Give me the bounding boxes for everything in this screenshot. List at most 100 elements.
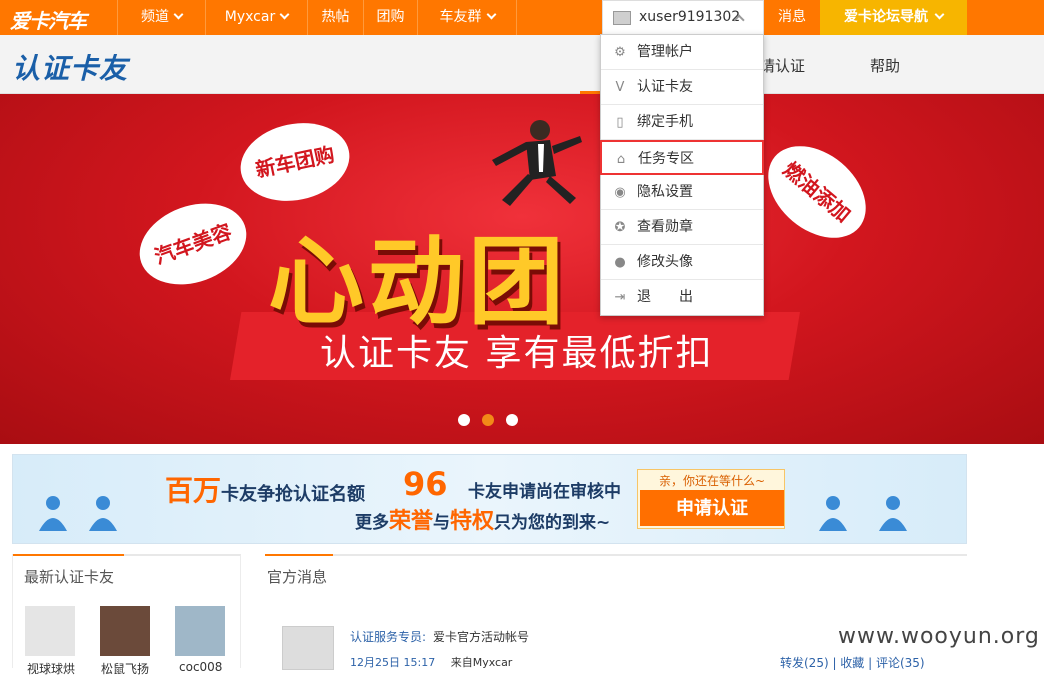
chevron-down-icon [173, 9, 184, 20]
home-icon: ⌂ [616, 152, 626, 167]
sub-header: 认证卡友 请认证 帮助 [0, 35, 1044, 94]
menu-item-label: 任务专区 [638, 151, 694, 167]
promo-line-2-c: 只为您的到来~ [494, 513, 611, 533]
promo-line-2: 更多荣誉与特权只为您的到来~ [355, 503, 610, 535]
promo-line-2-b: 与 [433, 513, 451, 533]
nav-channel-label: 频道 [141, 9, 169, 25]
user-dropdown-menu: ⚙ 管理帐户 V 认证卡友 ▯ 绑定手机 ⌂ 任务专区 ◉ 隐私设置 ✪ 查看勋… [600, 34, 764, 316]
latest-certified-panel: 最新认证卡友 视球球烘 松鼠飞扬 coc008 [12, 554, 241, 676]
nav-car-groups[interactable]: 车友群 [417, 0, 517, 35]
badge-fuel-additive: 燃油添加 [750, 127, 884, 257]
forum-guide-button[interactable]: 爱卡论坛导航 [820, 0, 967, 35]
post-text: 爱卡官方活动帐号 [433, 630, 530, 644]
user-avatar-icon [613, 11, 631, 25]
site-logo[interactable]: 爱卡汽车 [10, 5, 87, 33]
chevron-down-icon [934, 9, 945, 20]
promo-pending-text: 卡友申请尚在审核中 [468, 482, 621, 502]
nav-myxcar[interactable]: Myxcar [205, 0, 307, 35]
user-name[interactable]: 松鼠飞扬 [101, 660, 149, 677]
menu-item-view-medals[interactable]: ✪ 查看勋章 [601, 210, 763, 245]
eye-icon: ◉ [614, 185, 626, 200]
slide-dot[interactable] [506, 414, 518, 426]
nav-group-buy[interactable]: 团购 [363, 0, 417, 35]
people-icon [819, 496, 847, 531]
pending-count: 96 [403, 465, 448, 503]
menu-item-label: 认证卡友 [637, 79, 693, 95]
nav-hot-posts-label: 热帖 [321, 9, 350, 25]
menu-item-label: 管理帐户 [637, 44, 693, 60]
menu-item-task-zone[interactable]: ⌂ 任务专区 [600, 140, 764, 175]
promo-line-2-a: 更多 [355, 513, 389, 533]
running-man-illustration [492, 120, 582, 206]
logout-icon: ⇥ [614, 290, 626, 305]
nav-apply-cert[interactable]: 请认证 [760, 55, 805, 76]
promo-highlight-privilege: 特权 [450, 509, 495, 534]
post-thumbnail[interactable] [282, 626, 334, 670]
promo-big-text: 百万 [165, 474, 222, 507]
top-nav-bar: 爱卡汽车 频道 Myxcar 热帖 团购 车友群 xuser9191302 消息… [0, 0, 1044, 35]
panel-title: 最新认证卡友 [24, 568, 115, 586]
menu-item-logout[interactable]: ⇥ 退 出 [601, 280, 763, 315]
people-icon [89, 496, 117, 531]
banner-headline: 心动团 [268, 225, 568, 338]
post-timestamp: 12月25日 15:17 [350, 656, 436, 669]
panel-accent [13, 554, 124, 556]
panel-accent [265, 554, 333, 556]
nav-help[interactable]: 帮助 [870, 55, 900, 76]
menu-item-bind-phone[interactable]: ▯ 绑定手机 [601, 105, 763, 140]
post-source: 来自Myxcar [450, 656, 513, 669]
menu-item-label: 绑定手机 [637, 114, 693, 130]
user-name[interactable]: 视球球烘 [27, 660, 75, 677]
v-badge-icon: V [615, 80, 625, 95]
badge-new-car-group-buy: 新车团购 [233, 113, 357, 211]
gear-icon: ⚙ [614, 45, 626, 60]
phone-icon: ▯ [616, 115, 624, 130]
apply-hint: 亲，你还在等什么~ [658, 474, 766, 488]
menu-item-certified-member[interactable]: V 认证卡友 [601, 70, 763, 105]
nav-myxcar-label: Myxcar [224, 9, 276, 25]
people-icon [879, 496, 907, 531]
menu-item-manage-account[interactable]: ⚙ 管理帐户 [601, 35, 763, 70]
apply-certification-button[interactable]: 申请认证 [640, 490, 784, 526]
nav-group-buy-label: 团购 [376, 9, 405, 25]
user-menu-button[interactable]: xuser9191302 [602, 0, 764, 35]
slide-dot[interactable] [458, 414, 470, 426]
promo-highlight-honor: 荣誉 [389, 509, 434, 534]
nav-car-groups-label: 车友群 [439, 9, 482, 25]
hero-banner[interactable]: 新车团购 汽车美容 燃油添加 心动团 认证卡友 享有最低折扣 [0, 94, 1044, 444]
page-brand-title[interactable]: 认证卡友 [12, 47, 128, 87]
watermark: www.wooyun.org [838, 624, 1040, 649]
people-icon [39, 496, 67, 531]
user-icon: ● [614, 255, 626, 270]
menu-item-label: 查看勋章 [637, 219, 693, 235]
badge-car-beauty: 汽车美容 [128, 189, 258, 299]
panel-title: 官方消息 [267, 568, 328, 586]
banner-slogan: 认证卡友 享有最低折扣 [320, 333, 714, 374]
username: xuser9191302 [639, 9, 741, 25]
apply-box: 亲，你还在等什么~ 申请认证 [637, 469, 785, 529]
slide-indicators [458, 414, 530, 430]
nav-hot-posts[interactable]: 热帖 [307, 0, 363, 35]
menu-item-label: 隐私设置 [637, 184, 693, 200]
promo-line-1: 百万卡友争抢认证名额 [165, 469, 365, 509]
slide-dot-active[interactable] [482, 414, 494, 426]
avatar[interactable] [25, 606, 75, 656]
messages-link[interactable]: 消息 [764, 0, 820, 35]
menu-item-privacy-settings[interactable]: ◉ 隐私设置 [601, 175, 763, 210]
chevron-down-icon [279, 9, 290, 20]
menu-item-change-avatar[interactable]: ● 修改头像 [601, 245, 763, 280]
avatar[interactable] [175, 606, 225, 656]
forum-guide-label: 爱卡论坛导航 [844, 9, 928, 25]
menu-item-label: 退 出 [637, 289, 693, 305]
avatar[interactable] [100, 606, 150, 656]
menu-item-label: 修改头像 [637, 254, 693, 270]
official-messages-panel: 官方消息 认证服务专员: 爱卡官方活动帐号 12月25日 15:17 来自Myx… [265, 554, 967, 671]
nav-channel[interactable]: 频道 [117, 0, 205, 35]
certification-promo-banner: 百万卡友争抢认证名额 96 卡友申请尚在审核中 更多荣誉与特权只为您的到来~ 亲… [12, 454, 967, 544]
user-name[interactable]: coc008 [179, 660, 222, 674]
promo-line-1-text: 卡友争抢认证名额 [221, 484, 366, 505]
chevron-down-icon [486, 9, 496, 20]
medal-icon: ✪ [614, 220, 626, 235]
post-author[interactable]: 认证服务专员: [350, 628, 426, 645]
post-actions[interactable]: 转发(25) | 收藏 | 评论(35) [780, 654, 925, 671]
